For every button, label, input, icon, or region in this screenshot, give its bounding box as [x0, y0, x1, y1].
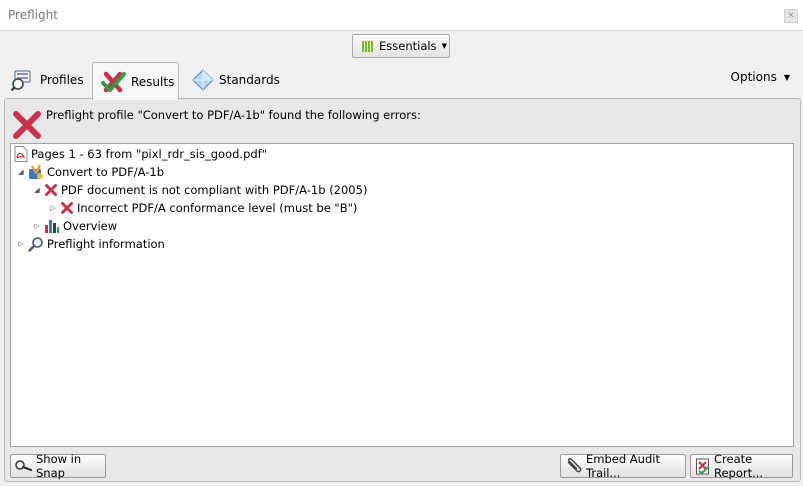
paperclip-icon	[565, 458, 583, 474]
collapsed-triangle-icon[interactable]: ▷	[32, 222, 42, 230]
tab-results[interactable]: Results	[92, 62, 179, 100]
tab-standards-label: Standards	[219, 73, 280, 87]
tree-item-label: Pages 1 - 63 from "pixl_rdr_sis_good.pdf…	[31, 147, 268, 161]
tree-item-label: Incorrect PDF/A conformance level (must …	[77, 201, 358, 215]
tree-item-overview[interactable]: ▷ Overview	[32, 217, 117, 235]
tab-results-label: Results	[131, 74, 175, 89]
tab-profiles-label: Profiles	[40, 73, 84, 87]
tab-profiles[interactable]: Profiles	[8, 62, 88, 98]
show-in-snap-label: Show in Snap	[36, 452, 82, 480]
expanded-triangle-icon[interactable]: ◢	[16, 168, 26, 176]
pdf-file-icon	[14, 146, 28, 162]
profiles-icon	[11, 69, 35, 91]
collapsed-triangle-icon[interactable]: ▷	[16, 240, 26, 248]
options-menu[interactable]: Options ▼	[731, 70, 790, 84]
options-label: Options	[730, 70, 777, 84]
tree-item-conformance-error[interactable]: ▷ Incorrect PDF/A conformance level (mus…	[48, 199, 357, 217]
create-report-label: Create Report...	[714, 452, 764, 480]
workspace-menu-button[interactable]: Essentials ▼	[352, 34, 450, 58]
tree-item-label: Convert to PDF/A-1b	[47, 165, 164, 179]
tab-standards[interactable]: Standards	[190, 62, 290, 98]
error-x-icon	[12, 110, 42, 143]
snap-magnifier-icon	[15, 459, 33, 473]
embed-audit-trail-label: Embed Audit Trail...	[586, 452, 660, 480]
report-icon	[695, 458, 711, 475]
workspace-label: Essentials	[379, 39, 437, 53]
workspace-bars-icon	[362, 40, 373, 52]
tree-item-label: PDF document is not compliant with PDF/A…	[61, 183, 368, 197]
result-message: Preflight profile "Convert to PDF/A-1b" …	[46, 108, 421, 122]
expanded-triangle-icon[interactable]: ◢	[32, 186, 42, 194]
results-checkmark-icon	[100, 70, 126, 94]
tree-item-compliance-error[interactable]: ◢ PDF document is not compliant with PDF…	[32, 181, 367, 199]
show-in-snap-button[interactable]: Show in Snap	[10, 452, 106, 480]
tree-item-label: Overview	[63, 219, 118, 233]
embed-audit-trail-button[interactable]: Embed Audit Trail...	[560, 452, 686, 480]
tree-item-preflight-info[interactable]: ▷ Preflight information	[16, 235, 165, 253]
chevron-down-icon: ▼	[441, 42, 447, 50]
overview-chart-icon	[44, 218, 60, 234]
tree-item-pages[interactable]: Pages 1 - 63 from "pixl_rdr_sis_good.pdf…	[14, 145, 267, 163]
title-bar: Preflight ✕	[0, 0, 803, 31]
create-report-button[interactable]: Create Report...	[690, 452, 793, 480]
tree-item-label: Preflight information	[47, 237, 165, 251]
error-x-icon	[60, 201, 74, 215]
collapsed-triangle-icon[interactable]: ▷	[48, 204, 58, 212]
results-panel: Preflight profile "Convert to PDF/A-1b" …	[4, 98, 801, 482]
results-tree: Pages 1 - 63 from "pixl_rdr_sis_good.pdf…	[10, 143, 794, 447]
magnifier-icon	[28, 236, 44, 252]
error-x-icon	[44, 183, 58, 197]
tree-item-profile[interactable]: ◢ Convert to PDF/A-1b	[16, 163, 164, 181]
window-title: Preflight	[8, 8, 58, 22]
close-icon[interactable]: ✕	[784, 9, 798, 23]
chevron-down-icon: ▼	[783, 72, 790, 82]
standards-diamond-icon	[192, 69, 214, 91]
profile-icon	[28, 164, 44, 180]
